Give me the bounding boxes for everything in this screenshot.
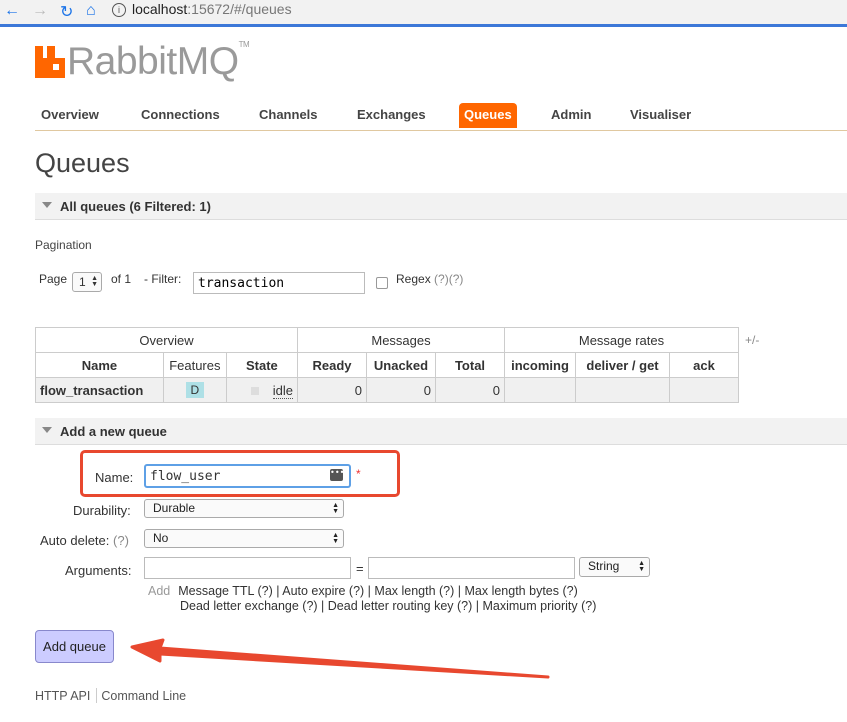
footer: HTTP API Command Line: [35, 688, 186, 703]
footer-divider: [96, 688, 98, 703]
command-line-link[interactable]: Command Line: [101, 689, 186, 703]
http-api-link[interactable]: HTTP API: [35, 689, 90, 703]
annotation-arrow-icon: [130, 638, 550, 679]
